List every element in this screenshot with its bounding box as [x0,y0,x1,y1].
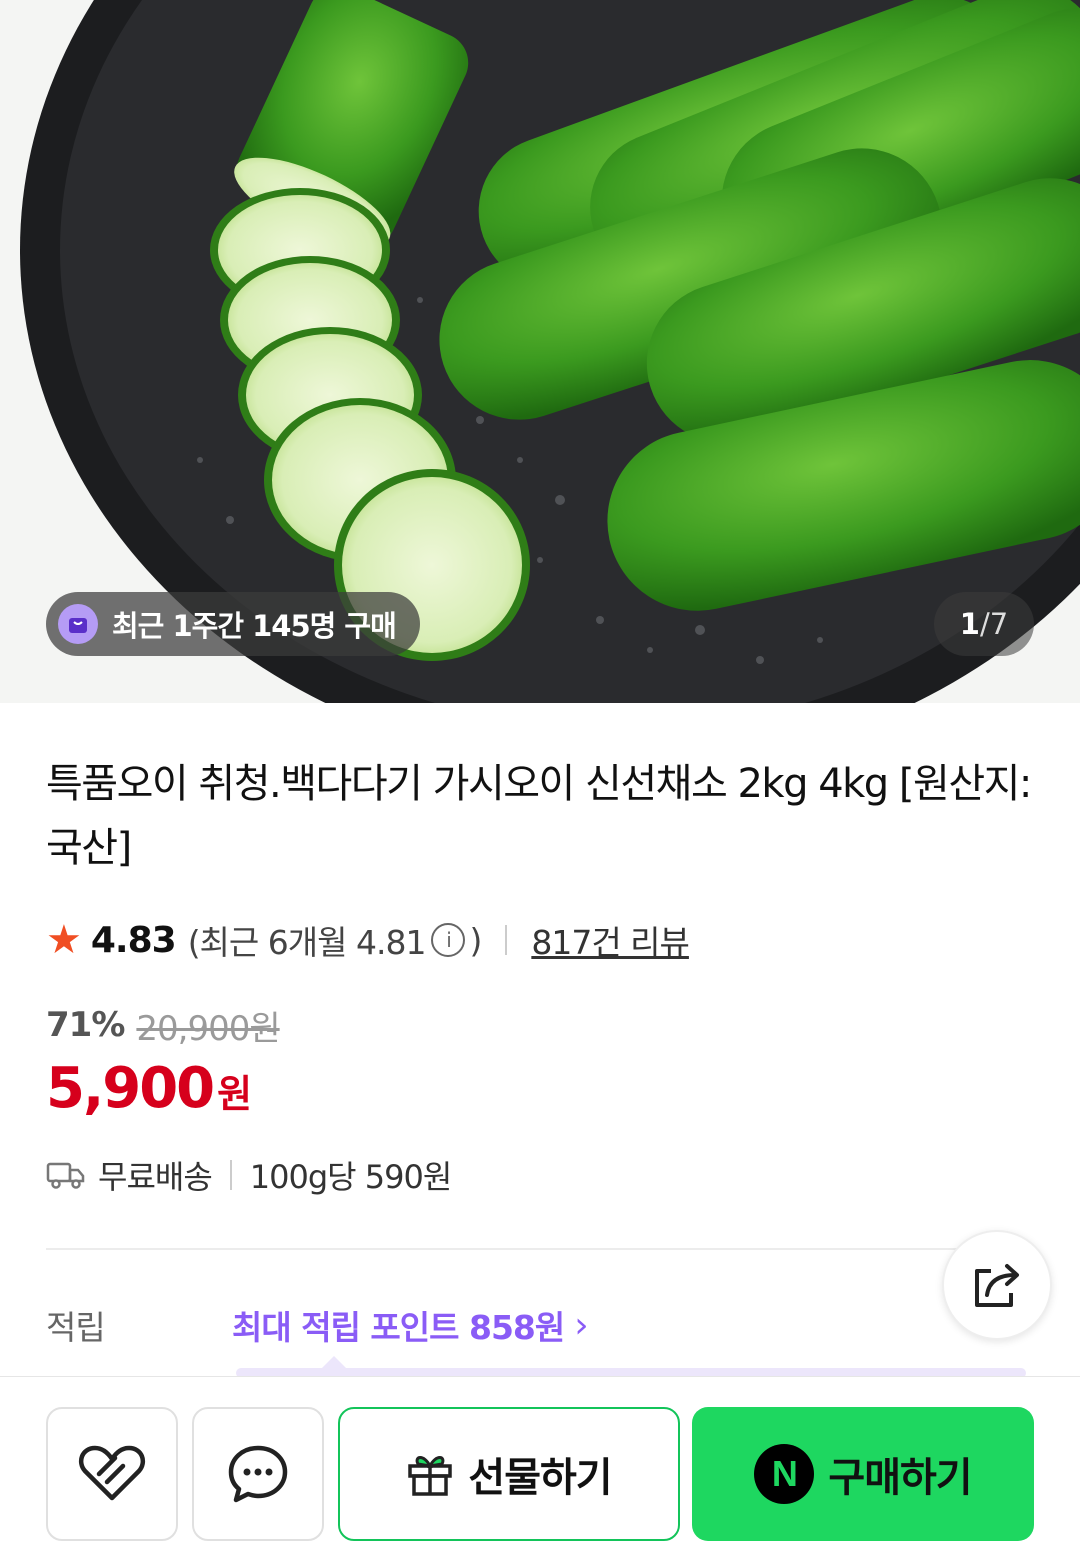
pager-total: 7 [989,607,1009,641]
buy-label: 구매하기 [828,1455,972,1501]
buy-button[interactable]: N 구매하기 [692,1407,1034,1541]
share-button[interactable] [942,1230,1052,1340]
recent-rating: (최근 6개월 4.81 [187,923,427,962]
gift-label: 선물하기 [468,1455,612,1501]
star-icon: ★ [46,917,82,963]
recent-purchases-badge: 최근 1주간 145명 구매 [46,592,420,656]
shipping-row: 무료배송 100g당 590원 [46,1152,453,1198]
pager-separator: / [979,607,990,641]
gift-icon [408,1456,453,1496]
product-title: 특품오이 취청.백다다기 가시오이 신선채소 2kg 4kg [원산지:국산] [46,761,1032,871]
price-value: 5,900 [46,1056,215,1121]
points-tooltip-arrow [322,1356,346,1368]
rating-row: ★ 4.83 (최근 6개월 4.81 i ) 817건 리뷰 [46,912,690,968]
points-label: 적립 [46,1308,106,1347]
original-price: 20,900원 [136,1008,280,1049]
price-unit: 원 [217,1072,253,1116]
npay-icon: N [754,1444,815,1504]
discount-rate: 71% [46,1005,125,1045]
pager-current: 1 [959,607,980,641]
bottom-action-bar: 선물하기 N 구매하기 [0,1376,1080,1553]
review-count-link[interactable]: 817건 리뷰 [531,916,690,964]
divider [505,925,508,955]
truck-icon [46,1162,85,1189]
discount-row: 71% 20,900원 [46,1000,281,1050]
inquiry-button[interactable] [192,1407,324,1541]
points-row[interactable]: 적립 최대 적립 포인트 858원 › [46,1300,589,1350]
chevron-right-icon: › [574,1304,588,1346]
divider [229,1160,232,1190]
sale-price: 5,900 원 [46,1056,252,1126]
heart-icon [78,1445,146,1501]
rating-score: 4.83 [90,919,177,961]
shipping-text: 무료배송 [98,1158,213,1196]
gift-button[interactable]: 선물하기 [338,1407,680,1541]
unit-price: 100g당 590원 [249,1158,453,1196]
recent-purchases-text: 최근 1주간 145명 구매 [112,609,397,643]
shopping-bag-icon [58,604,98,644]
share-icon [975,1264,1019,1307]
wishlist-button[interactable] [46,1407,178,1541]
product-image-carousel[interactable]: 최근 1주간 145명 구매 1 / 7 [0,0,1080,703]
recent-rating-close: ) [469,920,482,960]
points-value[interactable]: 최대 적립 포인트 858원 [232,1301,565,1349]
image-pager: 1 / 7 [934,592,1034,656]
chat-icon [228,1445,288,1503]
info-icon[interactable]: i [431,923,466,957]
section-divider [46,1248,1036,1250]
